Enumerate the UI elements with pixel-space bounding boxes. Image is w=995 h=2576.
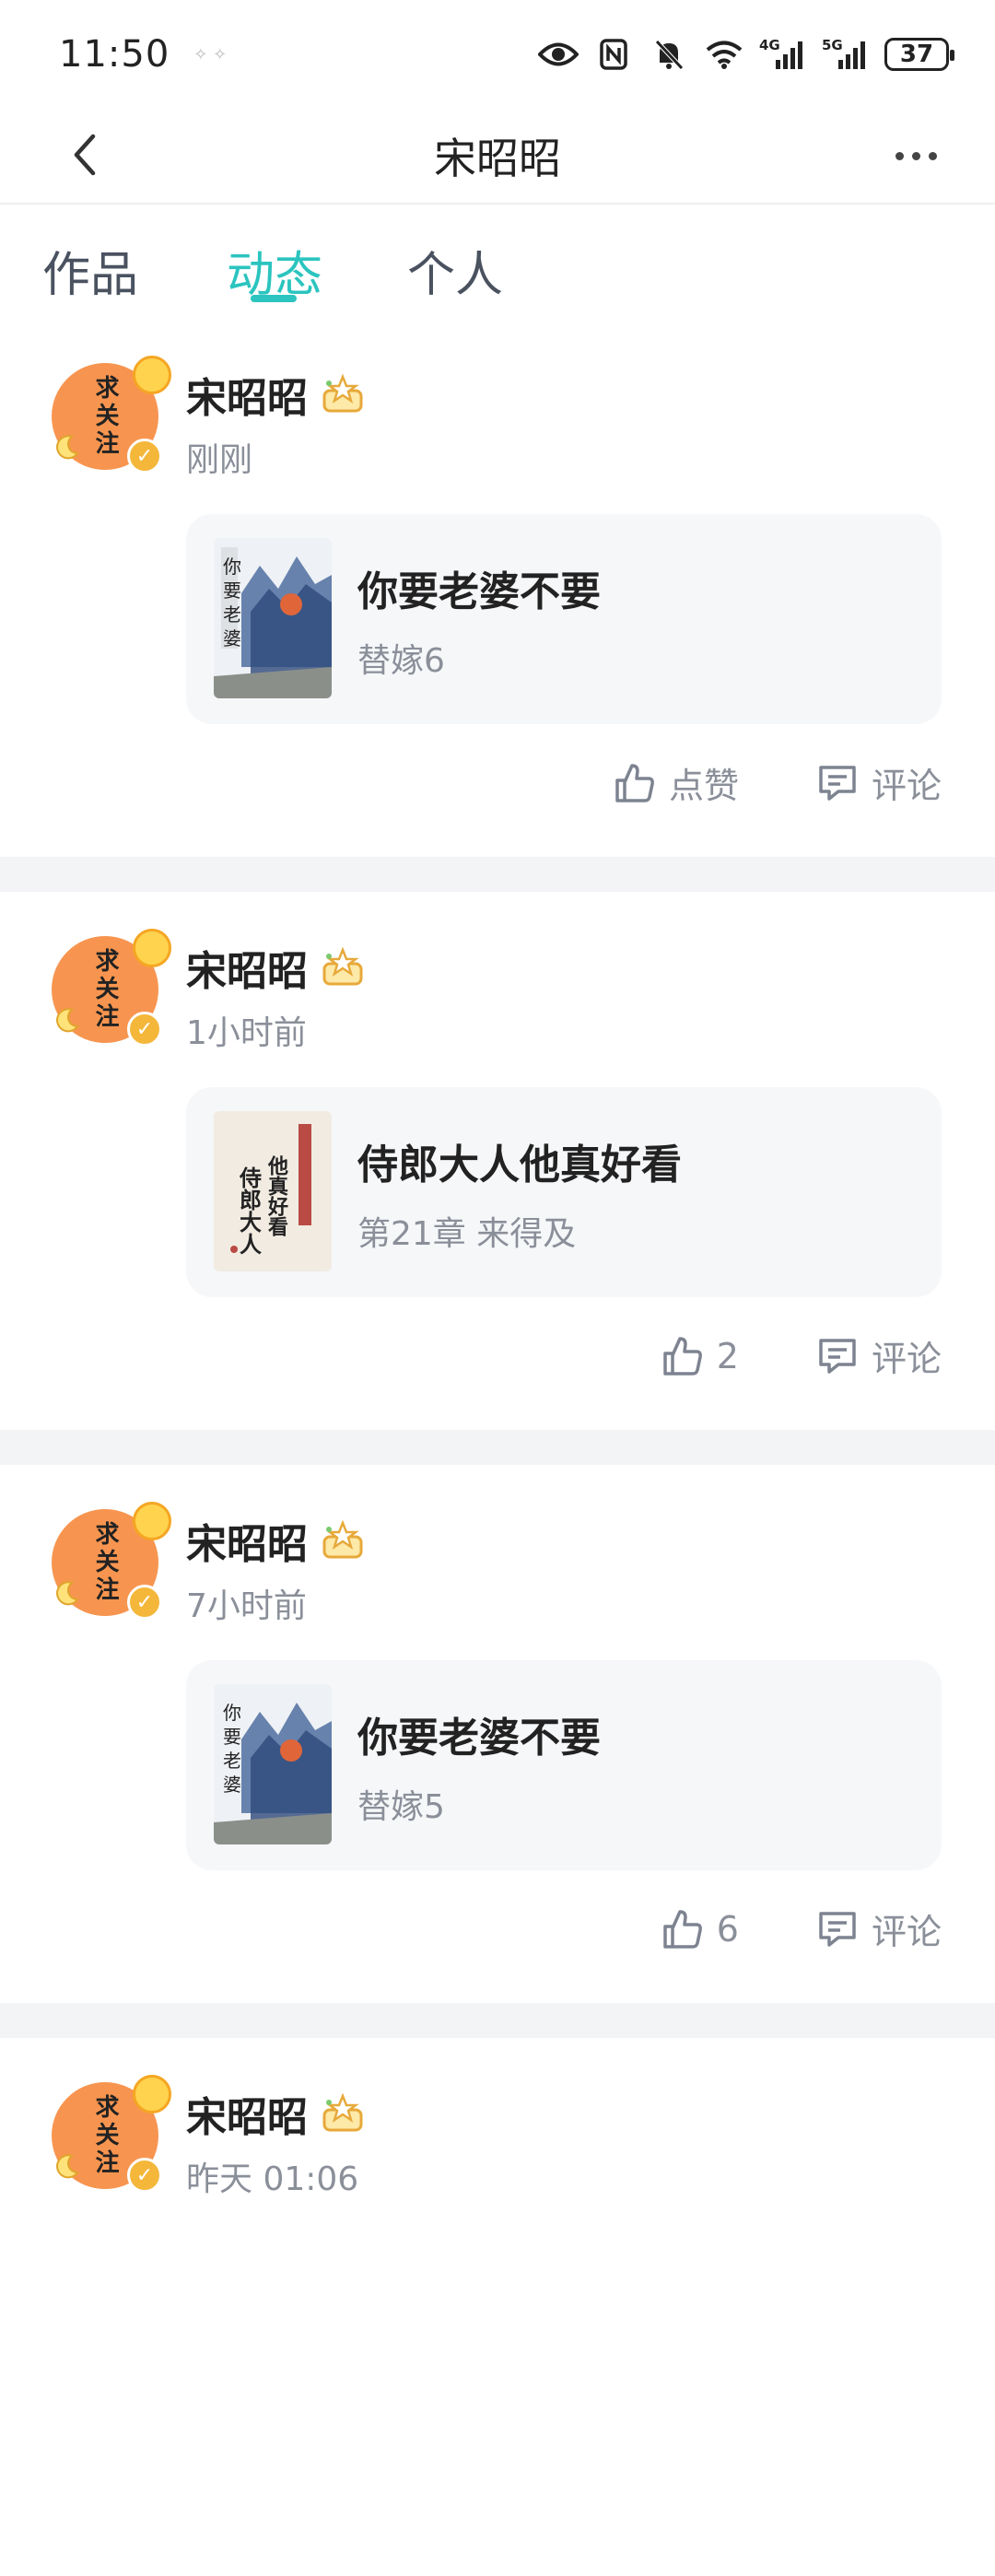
book-cover-calligraphy: 他真好看 侍郎大人 [214, 1111, 332, 1271]
thumbs-up-icon [663, 1909, 702, 1949]
post-time: 1小时前 [186, 1014, 307, 1052]
chapter-title: 替嫁6 [357, 642, 445, 680]
book-card[interactable]: 他真好看 侍郎大人 侍郎大人他真好看 第21章 来得及 [186, 1087, 942, 1297]
svg-text:老: 老 [223, 603, 241, 626]
book-title: 侍郎大人他真好看 [357, 1142, 682, 1188]
updates-feed: 求关注 ✓ 宋昭昭 刚刚 你 要 老 婆 你要老婆不要 替嫁6 点赞 评论 求关… [0, 319, 995, 2576]
sun-sticker-icon [133, 2075, 171, 2113]
avatar[interactable]: 求关注 ✓ [52, 929, 171, 1047]
crown-level-badge-icon [322, 947, 363, 986]
verified-badge-icon: ✓ [127, 439, 162, 474]
profile-tabs: 作品 动态 个人 [0, 205, 995, 319]
post-actions: 6 评论 [661, 1903, 942, 1954]
like-button[interactable]: 点赞 [614, 757, 739, 808]
status-time: 11:50 [59, 33, 170, 76]
crown-level-badge-icon [322, 1520, 363, 1559]
sun-sticker-icon [133, 356, 171, 394]
notification-dots-icon: ✧ ✧ [193, 44, 228, 64]
author-name[interactable]: 宋昭昭 [186, 1511, 308, 1570]
svg-text:你: 你 [223, 1702, 241, 1724]
book-cover-ink-landscape: 你 要 老 婆 [214, 1684, 332, 1844]
avatar[interactable]: 求关注 ✓ [52, 356, 171, 474]
moon-sticker-icon [56, 435, 79, 460]
post-actions: 点赞 评论 [614, 757, 942, 808]
svg-text:要: 要 [223, 1726, 241, 1748]
eye-icon [538, 37, 579, 72]
status-bar: 11:50 ✧ ✧ 4G 5G 37 [0, 0, 995, 109]
book-title: 你要老婆不要 [357, 1715, 601, 1762]
feed-post: 求关注 ✓ 宋昭昭 刚刚 你 要 老 婆 你要老婆不要 替嫁6 点赞 评论 [0, 319, 995, 857]
comment-label: 评论 [871, 1339, 942, 1379]
post-time: 昨天 01:06 [186, 2160, 359, 2198]
feed-post: 求关注 ✓ 宋昭昭 1小时前 他真好看 侍郎大人 侍郎大人他真好看 第21章 来… [0, 892, 995, 1430]
verified-badge-icon: ✓ [127, 1012, 162, 1047]
comment-icon [819, 765, 856, 801]
svg-text:要: 要 [223, 580, 241, 602]
verified-badge-icon: ✓ [127, 2158, 162, 2193]
tab-works[interactable]: 作品 [42, 236, 138, 305]
svg-text:他真好看: 他真好看 [264, 1155, 289, 1237]
comment-icon [819, 1338, 856, 1374]
nfc-icon [593, 37, 634, 72]
like-button[interactable]: 6 [661, 1908, 739, 1950]
crown-level-badge-icon [322, 374, 363, 413]
post-divider [0, 857, 995, 892]
author-name[interactable]: 宋昭昭 [186, 2084, 308, 2143]
battery-icon: 37 [884, 38, 954, 71]
comment-button[interactable]: 评论 [816, 1903, 942, 1954]
book-cover-ink-landscape: 你 要 老 婆 [214, 538, 332, 698]
more-dots-icon[interactable] [888, 133, 943, 179]
sun-sticker-icon [133, 929, 171, 967]
svg-text:你: 你 [223, 556, 241, 578]
post-actions: 2 评论 [661, 1330, 942, 1381]
thumbs-up-icon [663, 1336, 702, 1376]
book-title: 你要老婆不要 [357, 568, 601, 615]
battery-level: 37 [899, 41, 934, 68]
comment-icon [819, 1911, 856, 1947]
sun-sticker-icon [133, 1502, 171, 1540]
tab-personal[interactable]: 个人 [407, 236, 503, 305]
chapter-title: 替嫁5 [357, 1788, 445, 1826]
comment-label: 评论 [871, 766, 942, 806]
svg-text:侍郎大人: 侍郎大人 [236, 1166, 263, 1255]
like-label: 点赞 [668, 766, 739, 806]
post-time: 刚刚 [186, 441, 253, 479]
feed-post: 求关注 ✓ 宋昭昭 昨天 01:06 [0, 2038, 995, 2576]
active-tab-indicator [251, 295, 297, 302]
top-nav-bar: 宋昭昭 [0, 109, 995, 205]
comment-button[interactable]: 评论 [816, 757, 942, 808]
author-name[interactable]: 宋昭昭 [186, 938, 308, 997]
wifi-icon [704, 37, 744, 72]
svg-text:婆: 婆 [223, 1774, 241, 1796]
author-name[interactable]: 宋昭昭 [186, 365, 308, 424]
feed-post: 求关注 ✓ 宋昭昭 7小时前 你 要 老 婆 你要老婆不要 替嫁5 6 评论 [0, 1465, 995, 2003]
thumbs-up-icon [615, 763, 654, 802]
chevron-left-icon[interactable] [57, 127, 112, 182]
like-count: 2 [716, 1335, 739, 1376]
book-card[interactable]: 你 要 老 婆 你要老婆不要 替嫁6 [186, 514, 942, 724]
post-time: 7小时前 [186, 1587, 307, 1625]
post-divider [0, 2003, 995, 2038]
page-title: 宋昭昭 [434, 134, 561, 183]
mute-bell-icon [649, 37, 689, 72]
avatar[interactable]: 求关注 ✓ [52, 1502, 171, 1620]
like-count: 6 [716, 1908, 739, 1950]
svg-text:老: 老 [223, 1750, 241, 1772]
crown-level-badge-icon [322, 2093, 363, 2132]
moon-sticker-icon [56, 1581, 79, 1606]
moon-sticker-icon [56, 1008, 79, 1033]
comment-label: 评论 [871, 1912, 942, 1952]
moon-sticker-icon [56, 2154, 79, 2179]
comment-button[interactable]: 评论 [816, 1330, 942, 1381]
chapter-title: 第21章 来得及 [357, 1215, 577, 1253]
signal-4g-icon: 4G [759, 37, 807, 72]
verified-badge-icon: ✓ [127, 1585, 162, 1620]
signal-5g-icon: 5G [822, 37, 870, 72]
like-button[interactable]: 2 [661, 1335, 739, 1377]
book-card[interactable]: 你 要 老 婆 你要老婆不要 替嫁5 [186, 1660, 942, 1870]
svg-text:婆: 婆 [223, 627, 241, 650]
avatar[interactable]: 求关注 ✓ [52, 2075, 171, 2193]
post-divider [0, 1430, 995, 1465]
